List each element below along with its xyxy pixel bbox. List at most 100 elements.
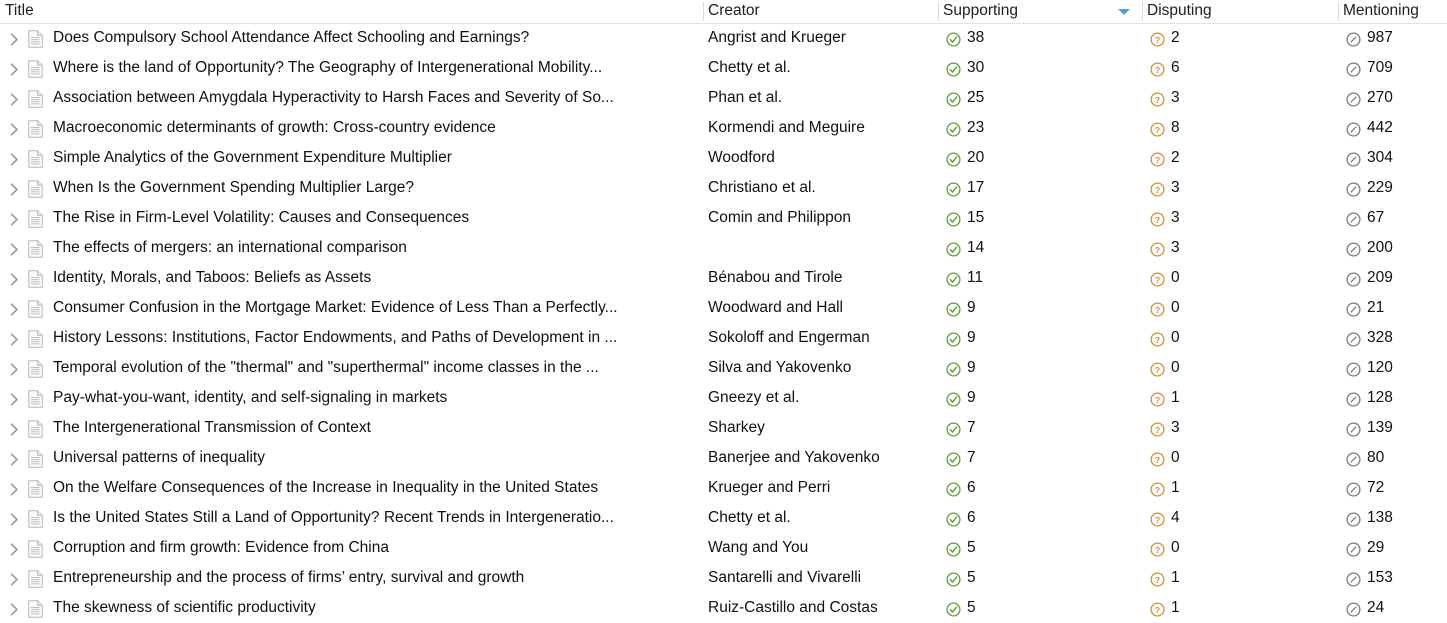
- row-creator: Sharkey: [708, 420, 765, 436]
- column-header-supporting[interactable]: Supporting: [938, 0, 1142, 23]
- chevron-right-icon[interactable]: [4, 294, 24, 324]
- cell-disputing: ? 1: [1142, 384, 1338, 414]
- cell-mentioning: 29: [1338, 534, 1447, 564]
- cell-disputing: ? 8: [1142, 114, 1338, 144]
- cell-mentioning: 80: [1338, 444, 1447, 474]
- chevron-right-icon[interactable]: [4, 474, 24, 504]
- row-creator: Angrist and Krueger: [708, 30, 846, 46]
- slash-circle-icon: [1346, 481, 1361, 497]
- cell-title: Corruption and firm growth: Evidence fro…: [0, 534, 703, 564]
- chevron-right-icon[interactable]: [4, 54, 24, 84]
- svg-text:?: ?: [1155, 215, 1160, 225]
- cell-supporting: 23: [938, 114, 1142, 144]
- cell-title: On the Welfare Consequences of the Incre…: [0, 474, 703, 504]
- svg-text:?: ?: [1155, 245, 1160, 255]
- cell-title: Pay-what-you-want, identity, and self-si…: [0, 384, 703, 414]
- cell-supporting: 20: [938, 144, 1142, 174]
- row-title: The Rise in Firm-Level Volatility: Cause…: [53, 210, 470, 226]
- table-row[interactable]: Consumer Confusion in the Mortgage Marke…: [0, 294, 1447, 324]
- row-creator: Bénabou and Tirole: [708, 270, 843, 286]
- table-row[interactable]: Corruption and firm growth: Evidence fro…: [0, 534, 1447, 564]
- cell-mentioning: 21: [1338, 294, 1447, 324]
- cell-disputing: ? 0: [1142, 264, 1338, 294]
- cell-title: Entrepreneurship and the process of firm…: [0, 564, 703, 594]
- chevron-right-icon[interactable]: [4, 174, 24, 204]
- cell-creator: Woodford: [703, 144, 938, 174]
- table-row[interactable]: The Intergenerational Transmission of Co…: [0, 414, 1447, 444]
- chevron-right-icon[interactable]: [4, 504, 24, 534]
- chevron-right-icon[interactable]: [4, 144, 24, 174]
- slash-circle-icon: [1346, 421, 1361, 437]
- check-circle-icon: [946, 481, 961, 497]
- chevron-right-icon[interactable]: [4, 414, 24, 444]
- chevron-right-icon[interactable]: [4, 24, 24, 54]
- chevron-right-icon[interactable]: [4, 114, 24, 144]
- table-row[interactable]: The skewness of scientific productivity R…: [0, 594, 1447, 623]
- slash-circle-icon: [1346, 271, 1361, 287]
- cell-mentioning: 138: [1338, 504, 1447, 534]
- question-circle-icon: ?: [1150, 481, 1165, 497]
- chevron-right-icon[interactable]: [4, 384, 24, 414]
- chevron-right-icon[interactable]: [4, 204, 24, 234]
- table-body: Does Compulsory School Attendance Affect…: [0, 24, 1447, 623]
- question-circle-icon: ?: [1150, 61, 1165, 77]
- table-row[interactable]: When Is the Government Spending Multipli…: [0, 174, 1447, 204]
- table-row[interactable]: Does Compulsory School Attendance Affect…: [0, 24, 1447, 54]
- cell-creator: Woodward and Hall: [703, 294, 938, 324]
- table-row[interactable]: Association between Amygdala Hyperactivi…: [0, 84, 1447, 114]
- disputing-stat: ? 2: [1150, 30, 1180, 47]
- chevron-right-icon[interactable]: [4, 594, 24, 623]
- column-header-mentioning[interactable]: Mentioning: [1338, 0, 1447, 23]
- mentioning-stat: 67: [1346, 210, 1384, 227]
- table-row[interactable]: Pay-what-you-want, identity, and self-si…: [0, 384, 1447, 414]
- supporting-stat: 25: [946, 90, 984, 107]
- table-row[interactable]: History Lessons: Institutions, Factor En…: [0, 324, 1447, 354]
- table-row[interactable]: Is the United States Still a Land of Opp…: [0, 504, 1447, 534]
- table-row[interactable]: Macroeconomic determinants of growth: Cr…: [0, 114, 1447, 144]
- check-circle-icon: [946, 361, 961, 377]
- chevron-right-icon[interactable]: [4, 354, 24, 384]
- chevron-right-icon[interactable]: [4, 84, 24, 114]
- column-header-title[interactable]: Title: [0, 0, 703, 23]
- svg-text:?: ?: [1155, 545, 1160, 555]
- table-row[interactable]: Where is the land of Opportunity? The Ge…: [0, 54, 1447, 84]
- row-title: Pay-what-you-want, identity, and self-si…: [53, 390, 448, 406]
- svg-text:?: ?: [1155, 575, 1160, 585]
- table-row[interactable]: Identity, Morals, and Taboos: Beliefs as…: [0, 264, 1447, 294]
- chevron-right-icon[interactable]: [4, 444, 24, 474]
- slash-circle-icon: [1346, 121, 1361, 137]
- cell-creator: Ruiz-Castillo and Costas: [703, 594, 938, 623]
- check-circle-icon: [946, 511, 961, 527]
- chevron-right-icon[interactable]: [4, 264, 24, 294]
- chevron-right-icon[interactable]: [4, 234, 24, 264]
- chevron-right-icon[interactable]: [4, 534, 24, 564]
- table-row[interactable]: Universal patterns of inequality Banerjee…: [0, 444, 1447, 474]
- row-title: Universal patterns of inequality: [53, 450, 265, 466]
- table-row[interactable]: Simple Analytics of the Government Expen…: [0, 144, 1447, 174]
- table-row[interactable]: The Rise in Firm-Level Volatility: Cause…: [0, 204, 1447, 234]
- document-icon: [24, 594, 46, 623]
- document-icon: [24, 234, 46, 264]
- sort-descending-triangle-icon[interactable]: [1118, 8, 1130, 15]
- mentioning-stat: 209: [1346, 270, 1393, 287]
- row-title: Where is the land of Opportunity? The Ge…: [53, 60, 603, 76]
- table-row[interactable]: The effects of mergers: an international…: [0, 234, 1447, 264]
- table-row[interactable]: Temporal evolution of the "thermal" and …: [0, 354, 1447, 384]
- row-creator: Banerjee and Yakovenko: [708, 450, 880, 466]
- mentioning-count: 304: [1367, 149, 1393, 167]
- chevron-right-icon[interactable]: [4, 324, 24, 354]
- check-circle-icon: [946, 391, 961, 407]
- table-row[interactable]: Entrepreneurship and the process of firm…: [0, 564, 1447, 594]
- supporting-stat: 20: [946, 150, 984, 167]
- disputing-count: 2: [1171, 149, 1180, 167]
- chevron-right-icon[interactable]: [4, 564, 24, 594]
- column-header-creator[interactable]: Creator: [703, 0, 938, 23]
- cell-creator: Phan et al.: [703, 84, 938, 114]
- svg-text:?: ?: [1155, 185, 1160, 195]
- supporting-stat: 7: [946, 450, 976, 467]
- disputing-stat: ? 8: [1150, 120, 1180, 137]
- table-row[interactable]: On the Welfare Consequences of the Incre…: [0, 474, 1447, 504]
- cell-mentioning: 270: [1338, 84, 1447, 114]
- column-header-disputing[interactable]: Disputing: [1142, 0, 1338, 23]
- supporting-stat: 14: [946, 240, 984, 257]
